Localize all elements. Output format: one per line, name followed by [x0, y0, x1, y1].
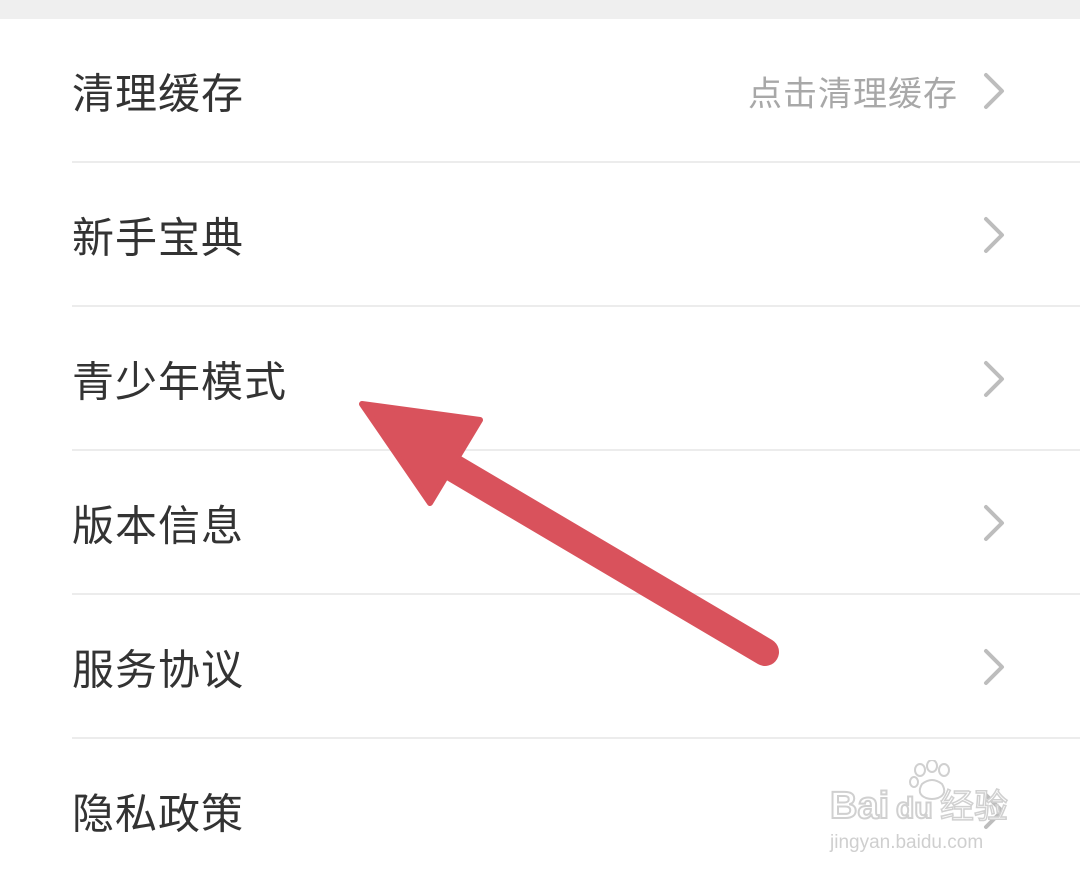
chevron-right-icon	[984, 217, 1004, 253]
chevron-right-icon	[984, 505, 1004, 541]
section-gap	[0, 0, 1080, 19]
menu-item-label: 青少年模式	[72, 357, 288, 407]
settings-page: 清理缓存 点击清理缓存 新手宝典 青少年模式 版本信息 服务协议 隐私政策 Ba…	[0, 0, 1080, 876]
menu-item-label: 服务协议	[72, 645, 245, 695]
menu-item-label: 新手宝典	[72, 213, 245, 263]
clear-cache-hint: 点击清理缓存	[748, 74, 958, 115]
menu-item-privacy-policy[interactable]: 隐私政策	[0, 739, 1080, 876]
menu-item-label: 清理缓存	[72, 69, 245, 119]
menu-item-service-agreement[interactable]: 服务协议	[0, 595, 1080, 739]
chevron-right-icon	[984, 649, 1004, 685]
menu-item-clear-cache[interactable]: 清理缓存 点击清理缓存	[0, 19, 1080, 163]
chevron-right-icon	[984, 73, 1004, 109]
menu-item-beginner-guide[interactable]: 新手宝典	[0, 163, 1080, 307]
chevron-right-icon	[984, 361, 1004, 397]
settings-menu-list: 清理缓存 点击清理缓存 新手宝典 青少年模式 版本信息 服务协议 隐私政策	[0, 19, 1080, 876]
chevron-right-icon	[984, 793, 1004, 829]
menu-item-label: 版本信息	[72, 501, 245, 551]
menu-item-teen-mode[interactable]: 青少年模式	[0, 307, 1080, 451]
menu-item-version-info[interactable]: 版本信息	[0, 451, 1080, 595]
menu-item-label: 隐私政策	[72, 789, 245, 839]
